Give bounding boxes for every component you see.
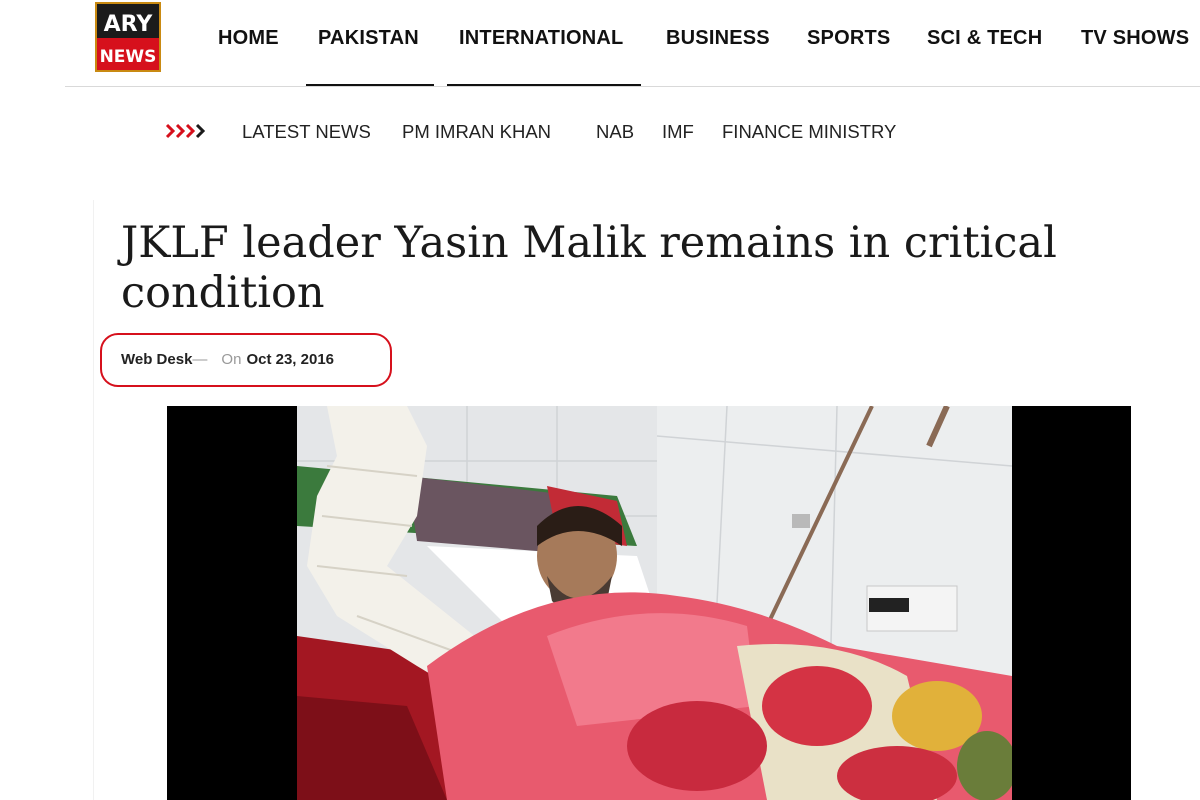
article-left-edge: [93, 200, 94, 800]
trending-latest-news[interactable]: LATEST NEWS: [242, 121, 371, 143]
trending-nab[interactable]: NAB: [596, 121, 634, 143]
nav-home[interactable]: HOME: [218, 27, 279, 50]
nav-business[interactable]: BUSINESS: [666, 27, 770, 50]
article-headline: JKLF leader Yasin Malik remains in criti…: [121, 218, 1057, 318]
byline-highlight-annotation: [100, 333, 392, 387]
trending-finance-ministry[interactable]: FINANCE MINISTRY: [722, 121, 896, 143]
nav-international[interactable]: INTERNATIONAL: [459, 27, 623, 50]
nav-sports[interactable]: SPORTS: [807, 27, 890, 50]
svg-text:ARY: ARY: [104, 12, 154, 37]
header-divider: [65, 86, 1200, 87]
nav-pakistan[interactable]: PAKISTAN: [318, 27, 419, 50]
trending-imf[interactable]: IMF: [662, 121, 694, 143]
nav-tv-shows[interactable]: TV SHOWS: [1081, 27, 1189, 50]
featured-photo: [297, 406, 1012, 800]
trending-pm-imran-khan[interactable]: PM IMRAN KHAN: [402, 121, 551, 143]
nav-sci-tech[interactable]: SCI & TECH: [927, 27, 1042, 50]
ary-news-logo[interactable]: ARY NEWS: [95, 2, 161, 72]
triple-chevron-right-icon: [165, 123, 213, 139]
featured-image: [167, 406, 1131, 800]
svg-text:NEWS: NEWS: [100, 47, 157, 67]
